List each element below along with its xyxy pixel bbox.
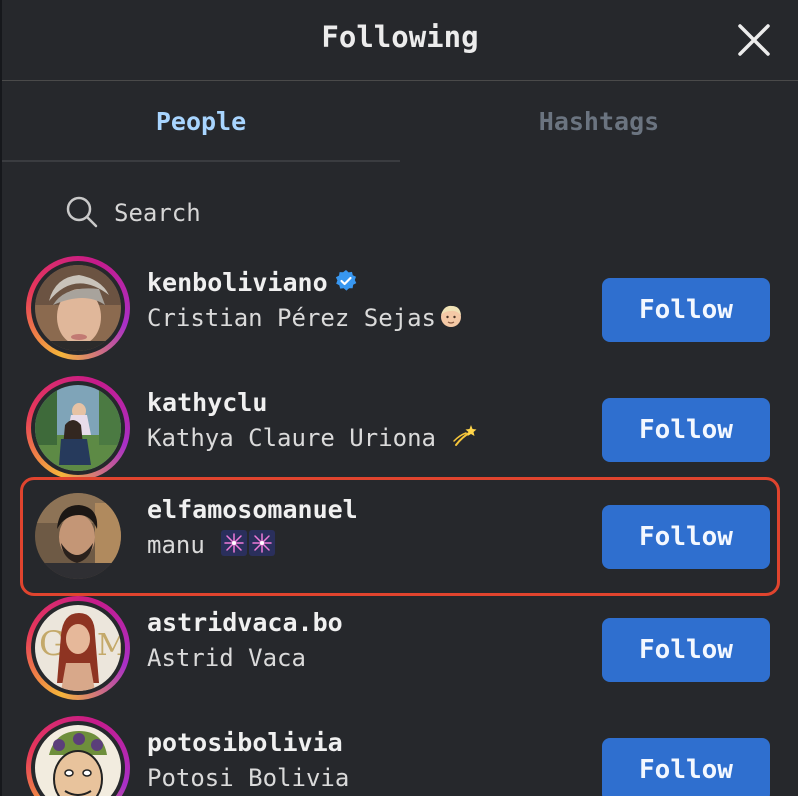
username[interactable]: astridvaca.bo — [147, 608, 343, 637]
story-ring — [26, 716, 130, 796]
fireworks-icon — [221, 530, 248, 556]
follow-button[interactable]: Follow — [602, 398, 770, 462]
dizzy-star-icon — [452, 423, 478, 449]
search-input[interactable] — [112, 192, 716, 234]
story-ring — [26, 376, 130, 480]
tab-hashtags[interactable]: Hashtags — [400, 81, 798, 162]
person-emoji-icon — [438, 303, 464, 329]
full-name-text: manu — [147, 531, 205, 559]
follow-button[interactable]: Follow — [602, 505, 770, 569]
full-name: Cristian Pérez Sejas — [147, 304, 464, 332]
full-name-text: Kathya Claure Uriona — [147, 424, 436, 452]
list-item: kenboliviano Cristian Pérez Sejas Follow — [20, 250, 780, 366]
avatar[interactable] — [35, 493, 121, 579]
username-text[interactable]: kenboliviano — [147, 268, 328, 297]
avatar[interactable] — [35, 265, 121, 351]
list-item: G M astridvaca.bo Astrid Vaca Follow — [20, 590, 780, 706]
list-item-highlighted: elfamosomanuel manu Follow — [20, 477, 780, 596]
list-item: kathyclu Kathya Claure Uriona Follow — [20, 370, 780, 486]
avatar[interactable] — [35, 385, 121, 471]
following-dialog: Following People Hashtags Search kenboli… — [2, 0, 798, 796]
fireworks-icon — [249, 530, 276, 556]
avatar-frame — [26, 484, 130, 588]
avatar[interactable] — [35, 725, 121, 796]
full-name: Kathya Claure Uriona — [147, 424, 478, 452]
username[interactable]: potosibolivia — [147, 728, 343, 757]
full-name-text: Cristian Pérez Sejas — [147, 304, 436, 332]
follow-button[interactable]: Follow — [602, 738, 770, 796]
dialog-title: Following — [321, 20, 479, 54]
story-ring: G M — [26, 596, 130, 700]
full-name: Astrid Vaca — [147, 644, 306, 672]
tab-bar: People Hashtags — [2, 81, 798, 162]
username[interactable]: kenboliviano — [147, 268, 358, 297]
list-item: potosibolivia Potosi Bolivia Follow — [20, 710, 780, 796]
username[interactable]: elfamosomanuel — [147, 495, 358, 524]
svg-text:M: M — [97, 628, 121, 663]
search-icon — [65, 195, 99, 229]
full-name: Potosi Bolivia — [147, 764, 350, 792]
avatar[interactable]: G M — [35, 605, 121, 691]
full-name: manu — [147, 530, 276, 559]
follow-button[interactable]: Follow — [602, 618, 770, 682]
tab-people[interactable]: People — [2, 81, 400, 162]
follow-button[interactable]: Follow — [602, 278, 770, 342]
username[interactable]: kathyclu — [147, 388, 267, 417]
close-icon[interactable] — [736, 22, 772, 58]
story-ring — [26, 256, 130, 360]
verified-badge-icon — [334, 269, 358, 293]
dialog-header: Following — [2, 0, 798, 81]
search-bar — [2, 162, 798, 257]
